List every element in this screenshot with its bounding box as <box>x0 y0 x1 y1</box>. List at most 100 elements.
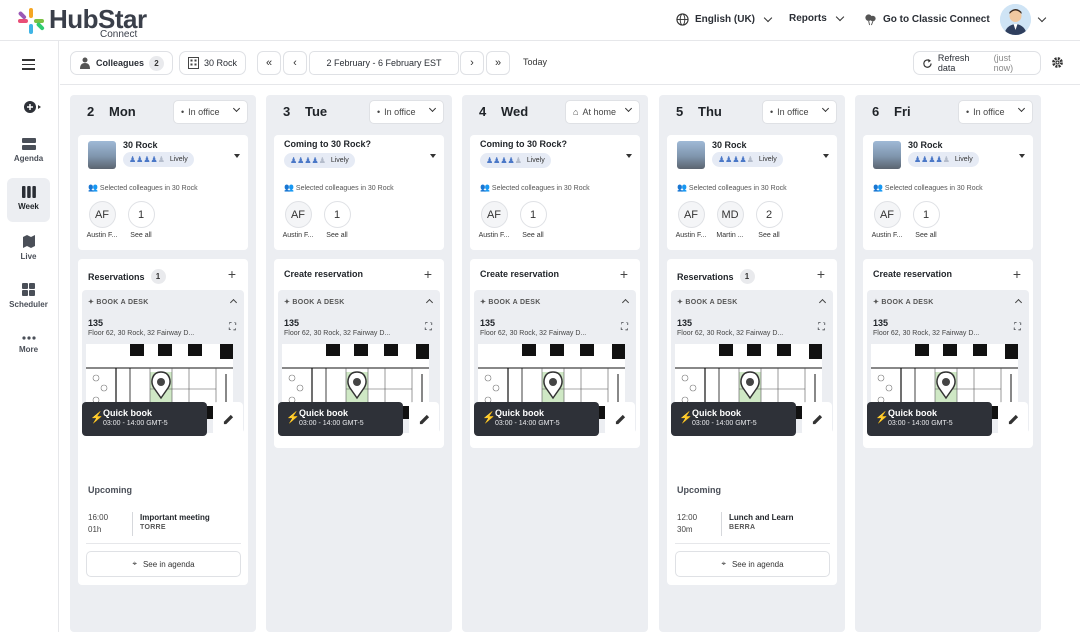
work-status-dropdown[interactable]: ⌂ At home <box>565 100 640 124</box>
next-day-button[interactable]: › <box>460 51 484 75</box>
location-card[interactable]: 30 Rock ♟♟♟♟♟ Lively 👥 Selected colleagu… <box>78 135 248 250</box>
prev-week-button[interactable]: « <box>257 51 281 75</box>
sidebar-item-more[interactable]: More <box>7 327 50 371</box>
location-card[interactable]: 30 Rock ♟♟♟♟♟ Lively 👥 Selected colleagu… <box>863 135 1033 250</box>
colleague-avatar[interactable]: AF Austin F... <box>84 201 120 239</box>
settings-button[interactable] <box>1051 56 1064 74</box>
work-status-dropdown[interactable]: • In office <box>958 100 1033 124</box>
quick-book-button[interactable]: ⚡ Quick book 03:00 - 14:00 GMT-5 <box>671 402 796 436</box>
quick-book-button[interactable]: ⚡ Quick book 03:00 - 14:00 GMT-5 <box>278 402 403 436</box>
expand-map-icon[interactable]: ⛶ <box>818 322 825 333</box>
edit-button[interactable] <box>998 402 1028 436</box>
see-in-agenda-button[interactable]: ⌖ See in agenda <box>675 551 830 577</box>
location-caret-icon[interactable] <box>626 154 632 158</box>
expand-map-icon[interactable]: ⛶ <box>425 322 432 333</box>
occupancy-person-icon: ♟ <box>942 155 950 164</box>
add-reservation-button[interactable]: + <box>424 266 432 282</box>
see-in-agenda-button[interactable]: ⌖ See in agenda <box>86 551 241 577</box>
location-caret-icon[interactable] <box>823 154 829 158</box>
sidebar-item-scheduler[interactable]: Scheduler <box>7 275 50 319</box>
occupancy-person-icon: ♟ <box>935 155 943 164</box>
expand-map-icon[interactable]: ⛶ <box>1014 322 1021 333</box>
language-selector[interactable]: English (UK) <box>676 13 773 26</box>
reports-menu[interactable]: Reports <box>789 12 845 24</box>
edit-button[interactable] <box>409 402 439 436</box>
edit-button[interactable] <box>802 402 832 436</box>
see-all-colleagues[interactable]: 1 See all <box>908 201 944 239</box>
see-all-colleagues[interactable]: 1 See all <box>515 201 551 239</box>
add-reservation-button[interactable]: + <box>1013 266 1021 282</box>
building-selector[interactable]: 30 Rock <box>179 51 247 75</box>
account-chevron-icon[interactable] <box>1037 13 1047 23</box>
quick-book-button[interactable]: ⚡ Quick book 03:00 - 14:00 GMT-5 <box>82 402 207 436</box>
quick-book-time: 03:00 - 14:00 GMT-5 <box>299 420 364 427</box>
see-all-colleagues[interactable]: 1 See all <box>319 201 355 239</box>
collapse-chevron-icon[interactable] <box>621 298 630 307</box>
sidebar-item-agenda[interactable]: Agenda <box>7 130 50 174</box>
office-dot-icon: • <box>770 107 774 117</box>
sidebar-item-live[interactable]: Live <box>7 227 50 271</box>
quick-book-button[interactable]: ⚡ Quick book 03:00 - 14:00 GMT-5 <box>474 402 599 436</box>
reservations-heading[interactable]: Create reservation <box>873 269 952 279</box>
colleagues-group-icon: 👥 <box>480 183 490 192</box>
prev-day-button[interactable]: ‹ <box>283 51 307 75</box>
reservations-heading[interactable]: Reservations 1 <box>88 269 166 284</box>
location-caret-icon[interactable] <box>234 154 240 158</box>
location-caret-icon[interactable] <box>1019 154 1025 158</box>
user-avatar[interactable] <box>1000 4 1031 35</box>
colleague-avatar[interactable]: AF Austin F... <box>280 201 316 239</box>
edit-button[interactable] <box>213 402 243 436</box>
reports-label: Reports <box>789 13 827 24</box>
collapse-chevron-icon[interactable] <box>425 298 434 307</box>
quick-book-button[interactable]: ⚡ Quick book 03:00 - 14:00 GMT-5 <box>867 402 992 436</box>
colleague-name: Austin F... <box>675 232 707 239</box>
location-card[interactable]: Coming to 30 Rock? ♟♟♟♟♟ Lively 👥 Select… <box>274 135 444 250</box>
classic-connect-label: Go to Classic Connect <box>883 14 990 25</box>
desk-number: 135 <box>677 318 693 328</box>
expand-map-icon[interactable]: ⛶ <box>229 322 236 333</box>
desk-number: 135 <box>88 318 104 328</box>
reservations-card: Reservations 1 + ✦ BOOK A DESK 135 Floor… <box>78 259 248 585</box>
day-header: 5 Thu • In office <box>667 100 837 124</box>
colleague-avatar[interactable]: AF Austin F... <box>869 201 905 239</box>
location-card[interactable]: 30 Rock ♟♟♟♟♟ Lively 👥 Selected colleagu… <box>667 135 837 250</box>
reservations-heading[interactable]: Reservations 1 <box>677 269 755 284</box>
quick-book-title: Quick book <box>103 408 153 418</box>
next-week-button[interactable]: » <box>486 51 510 75</box>
classic-connect-link[interactable]: Go to Classic Connect <box>864 13 990 26</box>
colleagues-filter[interactable]: Colleagues 2 <box>70 51 174 75</box>
collapse-chevron-icon[interactable] <box>818 298 827 307</box>
expand-map-icon[interactable]: ⛶ <box>621 322 628 333</box>
see-all-colleagues[interactable]: 1 See all <box>123 201 159 239</box>
hubstar-logo[interactable]: HubStar Connect <box>16 4 156 40</box>
colleague-avatar[interactable]: AF Austin F... <box>476 201 512 239</box>
colleague-avatar[interactable]: AF Austin F... <box>673 201 709 239</box>
reservations-heading[interactable]: Create reservation <box>480 269 559 279</box>
selected-colleagues-label: Selected colleagues in 30 Rock <box>884 185 983 192</box>
work-status-dropdown[interactable]: • In office <box>173 100 248 124</box>
work-status-dropdown[interactable]: • In office <box>369 100 444 124</box>
add-reservation-button[interactable]: + <box>620 266 628 282</box>
location-card[interactable]: Coming to 30 Rock? ♟♟♟♟♟ Lively 👥 Select… <box>470 135 640 250</box>
location-caret-icon[interactable] <box>430 154 436 158</box>
sidebar-item-week[interactable]: Week <box>7 178 50 222</box>
today-button[interactable]: Today <box>523 57 547 67</box>
date-range-picker[interactable]: 2 February - 6 February EST <box>309 51 459 75</box>
work-status-dropdown[interactable]: • In office <box>762 100 837 124</box>
add-reservation-button[interactable]: + <box>817 266 825 282</box>
see-all-colleagues[interactable]: 2 See all <box>751 201 787 239</box>
location-title: Coming to 30 Rock? <box>284 139 372 149</box>
collapse-chevron-icon[interactable] <box>229 298 238 307</box>
sidebar: Agenda Week Live Scheduler More <box>0 41 59 632</box>
edit-button[interactable] <box>605 402 635 436</box>
collapse-chevron-icon[interactable] <box>1014 298 1023 307</box>
add-button[interactable] <box>23 100 43 114</box>
see-in-agenda-label: See in agenda <box>142 559 195 569</box>
refresh-button[interactable]: Refresh data (just now) <box>913 51 1041 75</box>
chevron-left-icon: ‹ <box>293 57 297 69</box>
reservations-heading[interactable]: Create reservation <box>284 269 363 279</box>
add-reservation-button[interactable]: + <box>228 266 236 282</box>
menu-icon[interactable] <box>22 59 35 70</box>
occupancy-badge: ♟♟♟♟♟ Lively <box>284 153 355 168</box>
colleague-avatar[interactable]: MD Martin ... <box>712 201 748 239</box>
